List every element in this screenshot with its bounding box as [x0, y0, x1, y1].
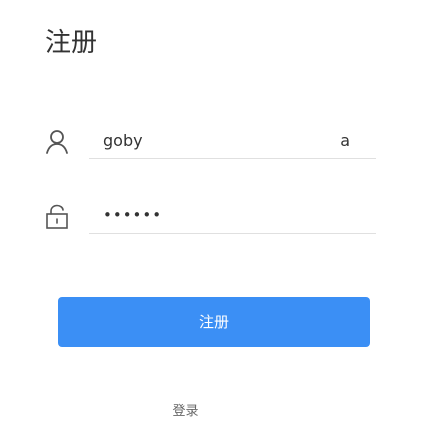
username-suffix: a: [340, 131, 350, 150]
page-title: 注册: [45, 28, 98, 58]
password-field: ••••••: [42, 198, 376, 234]
username-field: goby a: [42, 123, 376, 159]
register-button[interactable]: 注册: [58, 297, 370, 347]
password-input[interactable]: ••••••: [103, 205, 162, 225]
username-underline: [89, 158, 376, 159]
user-icon: [42, 127, 72, 157]
lock-icon: [42, 202, 72, 232]
password-underline: [89, 233, 376, 234]
username-input[interactable]: goby: [103, 131, 143, 151]
login-link[interactable]: 登录: [0, 400, 371, 419]
